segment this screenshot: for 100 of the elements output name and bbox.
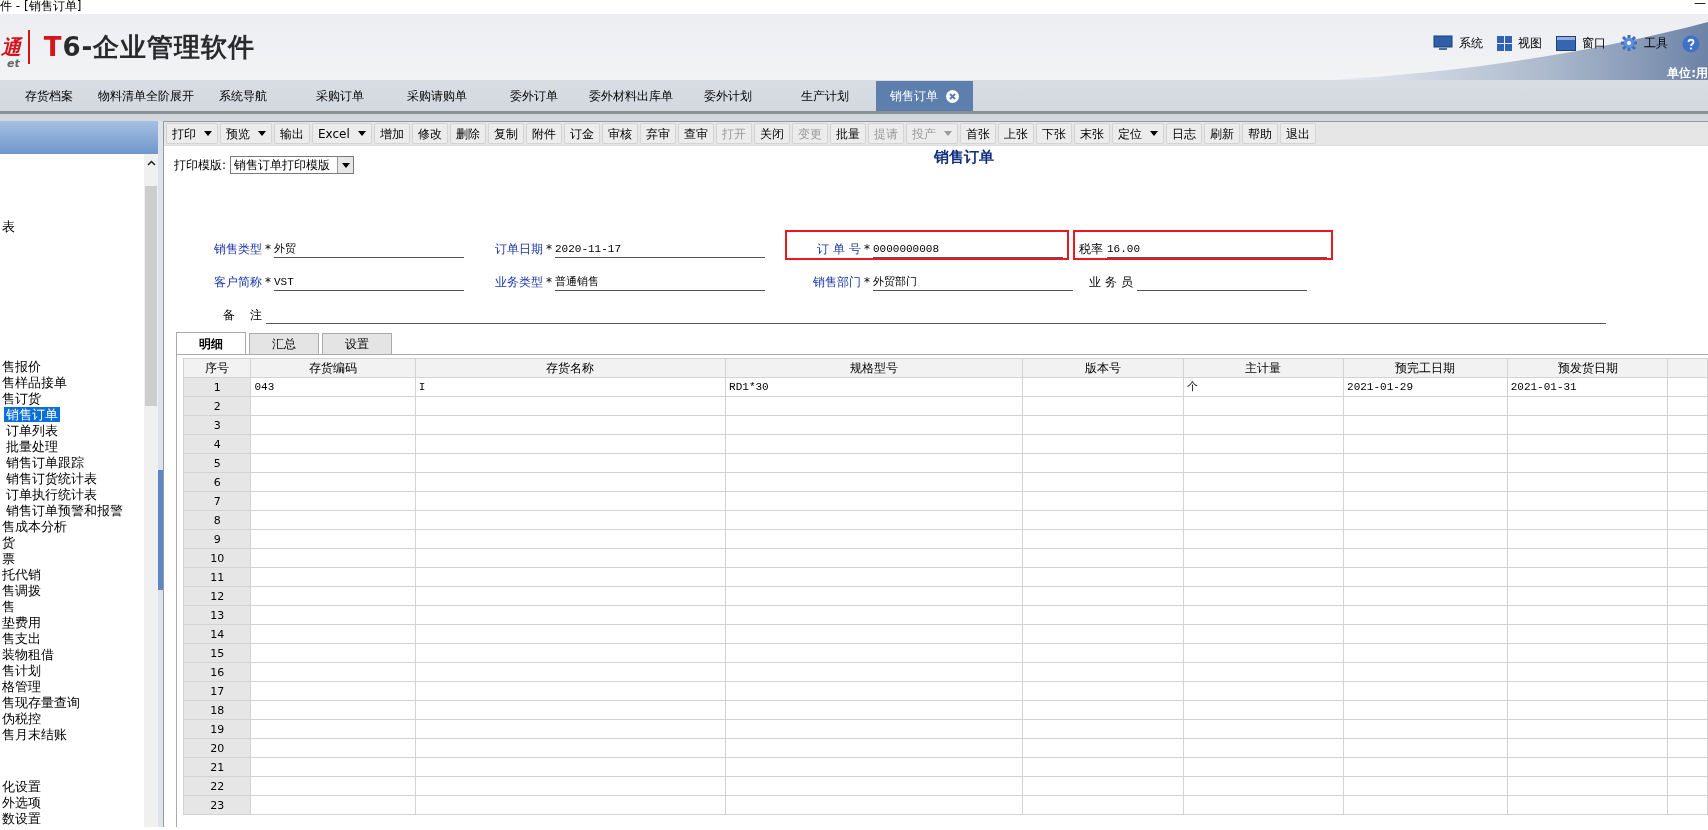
tree-item[interactable]: 垫费用 xyxy=(0,615,43,630)
tree-item[interactable]: 批量处理 xyxy=(4,439,60,454)
toolbar-button[interactable]: 关闭 xyxy=(753,123,790,144)
tree-item[interactable]: 销售订货统计表 xyxy=(4,471,99,486)
toolbar-button[interactable]: 复制 xyxy=(487,123,524,144)
tree-item[interactable]: 售调拨 xyxy=(0,583,43,598)
tree-item[interactable]: 数设置 xyxy=(0,811,43,826)
tab[interactable]: 采购订单 xyxy=(291,81,388,111)
toolbar-button[interactable]: 增加 xyxy=(373,123,410,144)
toolbar-button[interactable]: 末张 xyxy=(1073,123,1110,144)
tree-item[interactable]: 货 xyxy=(0,535,17,550)
text-field[interactable]: 2020-11-17 xyxy=(555,240,765,258)
toolbar-button[interactable]: 删除 xyxy=(449,123,486,144)
tree-item[interactable]: 化设置 xyxy=(0,779,43,794)
column-header[interactable]: 序号 xyxy=(183,358,251,378)
toolbar-button[interactable]: 预览 xyxy=(220,123,272,144)
caret-icon[interactable] xyxy=(258,131,266,136)
tab[interactable]: 委外订单 xyxy=(485,81,582,111)
tab[interactable]: 存货档案 xyxy=(0,81,97,111)
toolbar-button[interactable]: 帮助 xyxy=(1241,123,1278,144)
tree-item[interactable]: 售样品接单 xyxy=(0,375,69,390)
tree-item[interactable]: 售 xyxy=(0,599,17,614)
tree-item[interactable]: 格管理 xyxy=(0,679,43,694)
template-dropdown[interactable]: 销售订单打印模版 xyxy=(230,156,355,174)
menu-item[interactable]: 系统 xyxy=(1433,34,1483,53)
tab[interactable]: 系统导航 xyxy=(194,81,291,111)
tree-item[interactable]: 订单执行统计表 xyxy=(4,487,99,502)
tree-item[interactable]: 销售订单 xyxy=(4,407,60,422)
tree-item[interactable]: 外选项 xyxy=(0,795,43,810)
toolbar-button[interactable]: 附件 xyxy=(525,123,562,144)
toolbar-button[interactable]: 修改 xyxy=(411,123,448,144)
tree-item[interactable]: 销售订单预警和报警 xyxy=(4,503,125,518)
field-label: 销售类型 xyxy=(213,240,262,258)
text-field[interactable]: 0000000008 xyxy=(873,240,1063,258)
toolbar-button[interactable]: 输出 xyxy=(274,123,310,144)
tab[interactable]: 设置 xyxy=(322,333,392,354)
text-field[interactable]: VST xyxy=(274,273,464,291)
column-header[interactable]: 主计量 xyxy=(1183,358,1344,378)
column-header[interactable]: 存货名称 xyxy=(415,358,726,378)
toolbar-button[interactable]: 日志 xyxy=(1165,123,1202,144)
toolbar-button[interactable]: 刷新 xyxy=(1203,123,1240,144)
toolbar-button[interactable]: 首张 xyxy=(959,123,996,144)
tree-item[interactable]: 托代销 xyxy=(0,567,43,582)
toolbar-button[interactable]: Excel xyxy=(312,123,372,144)
minimize-button[interactable]: — xyxy=(1694,0,1706,10)
logo-text: 通 xyxy=(1,37,21,57)
text-field[interactable]: 外贸 xyxy=(274,240,464,258)
tree-item[interactable]: 售支出 xyxy=(0,631,43,646)
tree-item[interactable]: 售成本分析 xyxy=(0,519,69,534)
tree-item[interactable]: 表 xyxy=(0,219,17,234)
tab[interactable]: 明细 xyxy=(176,332,246,354)
menu-item[interactable]: 工具 xyxy=(1620,34,1668,53)
toolbar-button[interactable]: 上张 xyxy=(997,123,1034,144)
tab[interactable]: 采购请购单 xyxy=(388,81,485,111)
toolbar-button[interactable]: 批量 xyxy=(829,123,866,144)
text-field[interactable]: 16.00 xyxy=(1107,240,1327,258)
help-icon[interactable] xyxy=(1682,34,1700,53)
tab[interactable]: 委外材料出库单 xyxy=(582,81,679,111)
caret-icon[interactable] xyxy=(1149,131,1158,136)
menu-item[interactable]: 视图 xyxy=(1497,34,1542,53)
tree-item[interactable]: 装物租借 xyxy=(0,647,56,662)
toolbar-button[interactable]: 打印 xyxy=(166,123,218,144)
toolbar-button[interactable]: 弃审 xyxy=(639,123,676,144)
toolbar-button[interactable]: 审核 xyxy=(601,123,638,144)
toolbar-button[interactable]: 下张 xyxy=(1035,123,1072,144)
table-cell: 个 xyxy=(1183,377,1344,397)
toolbar-button[interactable]: 查审 xyxy=(677,123,714,144)
toolbar-button[interactable]: 订金 xyxy=(563,123,600,144)
scroll-thumb[interactable] xyxy=(145,186,157,406)
tab[interactable]: 委外计划 xyxy=(679,81,776,111)
required-mark: * xyxy=(546,240,552,258)
column-header[interactable]: 版本号 xyxy=(1022,358,1184,378)
tree-item[interactable]: 售订货 xyxy=(0,391,43,406)
text-field[interactable]: 普通销售 xyxy=(555,273,765,291)
column-header[interactable]: 规格型号 xyxy=(725,358,1022,378)
toolbar-button[interactable]: 退出 xyxy=(1279,123,1316,144)
splitter-handle[interactable] xyxy=(158,470,163,590)
tree-item[interactable]: 售现存量查询 xyxy=(0,695,82,710)
caret-icon[interactable] xyxy=(204,131,212,136)
scrollbar[interactable] xyxy=(144,154,158,827)
tree-item[interactable]: 售计划 xyxy=(0,663,43,678)
tab[interactable]: 销售订单 xyxy=(876,81,973,111)
menu-item[interactable]: 窗口 xyxy=(1556,34,1606,53)
tree-item[interactable]: 订单列表 xyxy=(4,423,60,438)
company-label: 单位:用 xyxy=(1667,65,1708,82)
tab[interactable]: 汇总 xyxy=(249,333,319,354)
column-header[interactable]: 存货编码 xyxy=(250,358,416,378)
tab[interactable]: 生产计划 xyxy=(776,81,873,111)
toolbar-button[interactable]: 定位 xyxy=(1111,123,1164,144)
tree-item[interactable]: 票 xyxy=(0,551,17,566)
column-header[interactable]: 预发货日期 xyxy=(1507,358,1668,378)
text-field[interactable]: 外贸部门 xyxy=(873,273,1073,291)
close-icon[interactable] xyxy=(946,89,959,103)
column-header[interactable]: 预完工日期 xyxy=(1343,358,1508,378)
caret-icon[interactable] xyxy=(357,131,366,136)
tab[interactable]: 物料清单全阶展开 xyxy=(97,81,194,111)
tree-item[interactable]: 售报价 xyxy=(0,359,43,374)
tree-item[interactable]: 售月末结账 xyxy=(0,727,69,742)
tree-item[interactable]: 销售订单跟踪 xyxy=(4,455,86,470)
tree-item[interactable]: 伪税控 xyxy=(0,711,43,726)
